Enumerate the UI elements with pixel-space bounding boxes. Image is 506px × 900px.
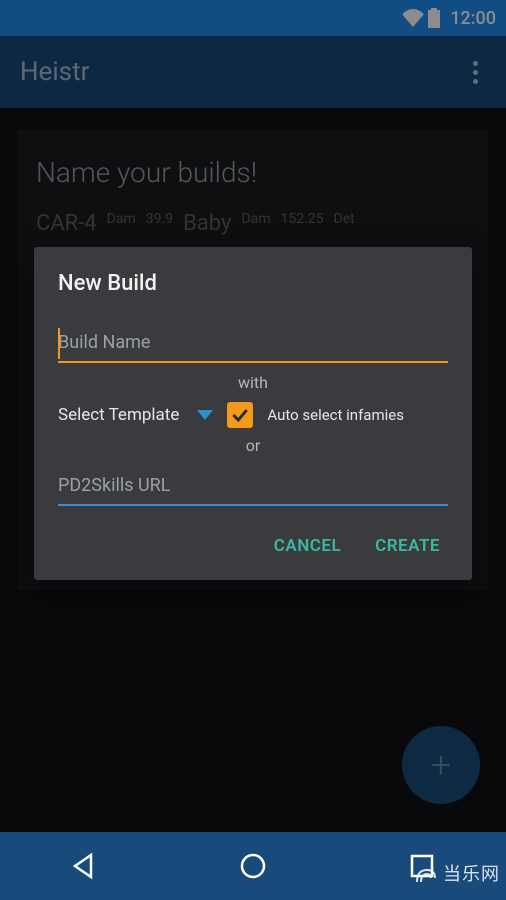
url-field[interactable] — [58, 469, 448, 506]
auto-infamies-checkbox[interactable] — [227, 402, 253, 428]
back-button[interactable] — [69, 851, 99, 881]
with-label: with — [58, 373, 448, 392]
template-select-label: Select Template — [58, 405, 179, 425]
or-label: or — [58, 436, 448, 455]
chevron-down-icon — [197, 410, 213, 420]
build-name-input[interactable] — [58, 326, 448, 361]
new-build-dialog: New Build with Select Template Auto sele… — [34, 247, 472, 580]
watermark-icon — [413, 860, 439, 886]
build-name-field[interactable] — [58, 326, 448, 363]
text-cursor — [58, 328, 60, 359]
checkmark-icon — [230, 405, 250, 425]
home-button[interactable] — [238, 851, 268, 881]
dialog-title: New Build — [58, 271, 448, 296]
watermark: 当乐网 — [413, 860, 500, 886]
watermark-text: 当乐网 — [443, 860, 500, 886]
create-button[interactable]: CREATE — [375, 536, 440, 556]
template-select[interactable]: Select Template — [58, 405, 213, 425]
url-input[interactable] — [58, 469, 448, 504]
auto-infamies-label: Auto select infamies — [267, 406, 404, 424]
cancel-button[interactable]: CANCEL — [274, 536, 341, 556]
